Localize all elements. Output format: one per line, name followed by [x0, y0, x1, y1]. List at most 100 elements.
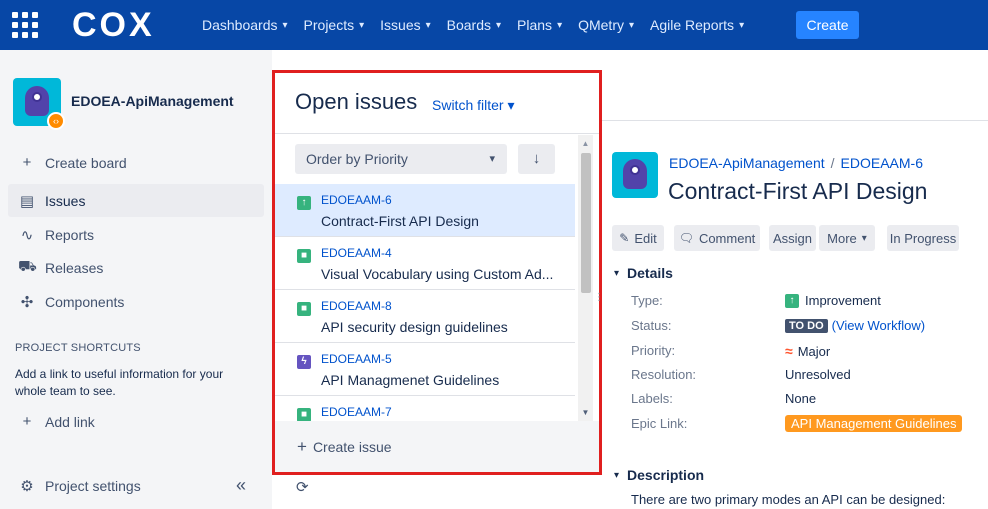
open-issues-panel: Open issues Switch filter ▾ Order by Pri…: [272, 70, 602, 475]
field-value-epic-link: API Management Guidelines: [785, 415, 963, 432]
more-button[interactable]: More ▾: [819, 225, 875, 251]
details-heading: Details: [627, 265, 673, 281]
issue-summary: Contract-First API Design: [321, 213, 479, 229]
nav-projects[interactable]: Projects ▾: [304, 17, 365, 33]
epic-link-lozenge[interactable]: API Management Guidelines: [785, 415, 963, 432]
nav-boards[interactable]: Boards ▾: [447, 17, 501, 33]
issue-key[interactable]: EDOEAAM-8: [321, 299, 392, 313]
description-text[interactable]: There are two primary modes an API can b…: [631, 492, 945, 507]
issue-card[interactable]: ■ EDOEAAM-8 API security design guidelin…: [275, 290, 575, 343]
nav-agile-reports[interactable]: Agile Reports ▾: [650, 17, 744, 33]
eye-icon: [32, 92, 42, 102]
issue-key[interactable]: EDOEAAM-4: [321, 246, 392, 260]
nav-plans[interactable]: Plans ▾: [517, 17, 562, 33]
eye-icon: [630, 165, 640, 175]
project-avatar[interactable]: ‹›: [13, 78, 65, 130]
issue-summary: API Managmenet Guidelines: [321, 372, 500, 388]
priority-major-icon: ≈: [785, 343, 793, 359]
sidebar-item-releases[interactable]: ⛟ Releases: [8, 251, 264, 284]
description-section-toggle[interactable]: ▾ Description: [614, 467, 704, 483]
divider: [602, 120, 988, 121]
cox-logo[interactable]: COX: [72, 6, 155, 45]
panel-resize-handle[interactable]: ⋮: [594, 293, 604, 303]
switch-filter-dropdown[interactable]: Switch filter ▾: [432, 97, 515, 114]
issue-key[interactable]: EDOEAAM-6: [321, 193, 392, 207]
order-by-select[interactable]: Order by Priority ▾: [295, 144, 507, 174]
issue-key[interactable]: EDOEAAM-5: [321, 352, 392, 366]
edit-label: Edit: [634, 230, 657, 246]
app-switcher-grid-icon[interactable]: [12, 12, 38, 38]
create-button[interactable]: Create: [796, 11, 859, 39]
issue-card[interactable]: ■ EDOEAAM-4 Visual Vocabulary using Cust…: [275, 237, 575, 290]
breadcrumb-project[interactable]: EDOEA-ApiManagement: [669, 155, 825, 171]
nav-label: Plans: [517, 17, 553, 33]
edit-button[interactable]: ✎ Edit: [612, 225, 664, 251]
sidebar-item-create-board[interactable]: + Create board: [8, 146, 264, 179]
sort-direction-button[interactable]: ↓: [518, 144, 555, 174]
plus-icon: +: [297, 436, 307, 456]
field-label-epic-link: Epic Link:: [631, 416, 688, 431]
project-shortcuts-description: Add a link to useful information for you…: [15, 367, 224, 398]
issue-title[interactable]: Contract-First API Design: [668, 178, 927, 205]
status-badge[interactable]: TO DO: [785, 318, 828, 333]
reports-chart-icon: ∿: [20, 226, 34, 244]
scroll-down-arrow-icon[interactable]: ▼: [578, 408, 593, 417]
nav-label: Dashboards: [202, 17, 278, 33]
create-issue-label: Create issue: [312, 438, 392, 455]
chevron-down-icon: ▾: [282, 19, 288, 31]
issue-card[interactable]: ■ EDOEAAM-7: [275, 396, 575, 421]
chevron-down-icon: ▾: [614, 469, 620, 481]
chevron-down-icon: ▾: [739, 19, 745, 31]
create-issue-button[interactable]: + Create issue: [275, 421, 599, 472]
issue-summary: Visual Vocabulary using Custom Ad...: [321, 266, 554, 282]
order-by-label: Order by Priority: [306, 151, 408, 167]
scroll-up-arrow-icon[interactable]: ▲: [578, 139, 593, 148]
comment-button[interactable]: 🗨 Comment: [674, 225, 760, 251]
collapse-sidebar-icon[interactable]: «: [236, 475, 246, 496]
assign-button[interactable]: Assign: [769, 225, 816, 251]
scroll-thumb[interactable]: [581, 153, 591, 293]
refresh-icon[interactable]: ⟳: [296, 478, 309, 496]
story-type-icon: ■: [297, 249, 311, 263]
view-workflow-link[interactable]: (View Workflow): [832, 318, 925, 333]
nav-dashboards[interactable]: Dashboards ▾: [202, 17, 288, 33]
project-settings-label: Project settings: [45, 477, 141, 494]
nav-label: QMetry: [578, 17, 624, 33]
chevron-down-icon: ▾: [359, 19, 365, 31]
chevron-down-icon: ▾: [861, 232, 867, 244]
sidebar-item-components[interactable]: ✣ Components: [8, 285, 264, 318]
comment-icon: 🗨: [678, 231, 694, 245]
field-label-priority: Priority:: [631, 343, 676, 358]
nav-label: Issues: [380, 17, 421, 33]
field-label-type: Type:: [631, 293, 663, 308]
add-link-label: Add link: [45, 413, 95, 430]
field-value-priority[interactable]: ≈ Major: [785, 343, 830, 359]
in-progress-button[interactable]: In Progress: [887, 225, 959, 251]
project-settings-link[interactable]: ⚙ Project settings: [8, 469, 218, 502]
nav-qmetry[interactable]: QMetry ▾: [578, 17, 634, 33]
add-link-button[interactable]: + Add link: [8, 405, 264, 438]
sidebar-item-reports[interactable]: ∿ Reports: [8, 218, 264, 251]
divider: [275, 133, 599, 134]
issue-card[interactable]: ϟ EDOEAAM-5 API Managmenet Guidelines: [275, 343, 575, 396]
description-heading: Description: [627, 467, 705, 483]
code-badge-icon: ‹›: [47, 112, 65, 130]
issue-key[interactable]: EDOEAAM-7: [321, 405, 392, 419]
sidebar-item-label: Issues: [45, 192, 86, 209]
nav-issues[interactable]: Issues ▾: [380, 17, 431, 33]
project-name[interactable]: EDOEA-ApiManagement: [71, 93, 234, 109]
details-section-toggle[interactable]: ▾ Details: [614, 265, 673, 281]
plus-icon: +: [22, 413, 32, 430]
issue-list-scrollbar[interactable]: ▲ ▼: [578, 135, 593, 421]
main-nav: Dashboards ▾ Projects ▾ Issues ▾ Boards ▾ Pl…: [202, 0, 760, 50]
epic-type-icon: ϟ: [297, 355, 311, 369]
chevron-down-icon: ▾: [557, 19, 563, 31]
field-value-labels[interactable]: None: [785, 391, 816, 406]
chevron-down-icon: ▾: [628, 19, 635, 31]
issue-card[interactable]: ↑ EDOEAAM-6 Contract-First API Design: [275, 184, 575, 237]
project-avatar[interactable]: [612, 152, 658, 198]
sidebar-item-issues[interactable]: ▤ Issues: [8, 184, 264, 217]
pencil-icon: ✎: [619, 231, 630, 245]
improvement-type-icon: ↑: [297, 196, 311, 210]
breadcrumb-issue-key[interactable]: EDOEAAM-6: [841, 155, 923, 171]
